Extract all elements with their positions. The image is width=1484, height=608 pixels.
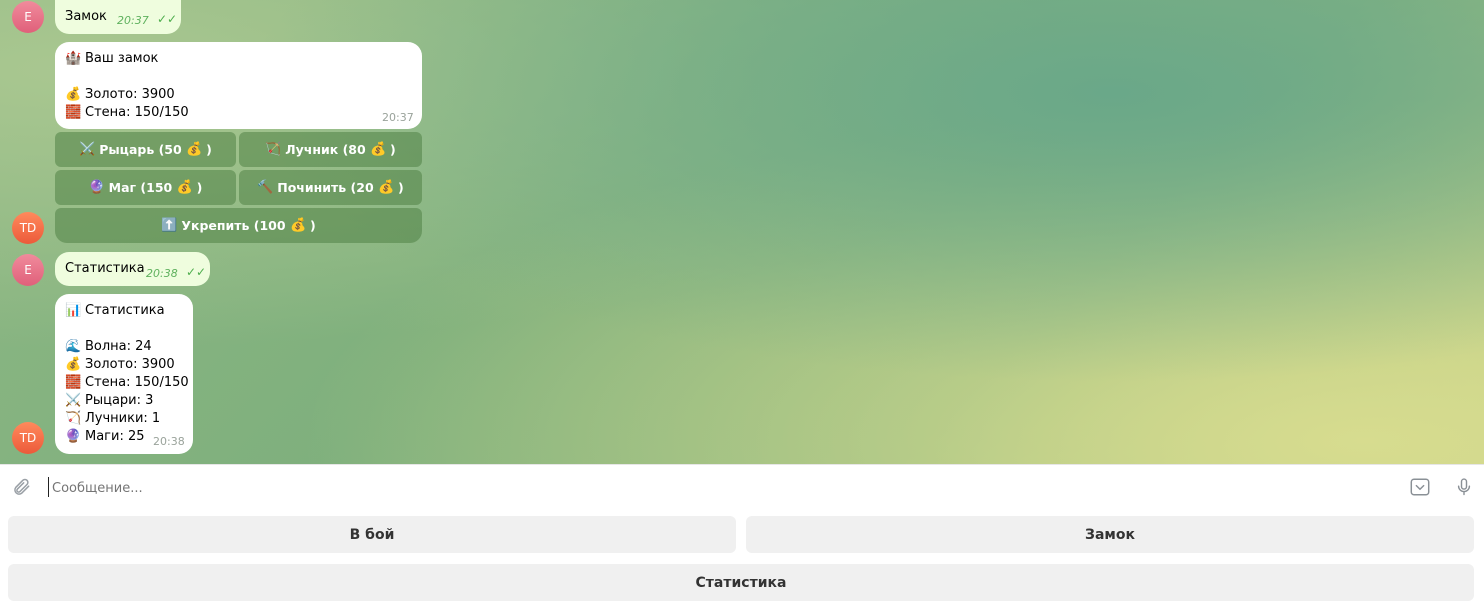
arrow-up-icon: ⬆️ [161, 218, 178, 233]
message-time: 20:37 [117, 14, 149, 27]
swords-icon: ⚔️ [79, 142, 96, 157]
castle-icon: 🏰 [65, 51, 82, 66]
inline-button-knight[interactable]: ⚔️ Рыцарь (50 💰) [55, 132, 236, 167]
message-input[interactable] [50, 473, 1394, 503]
message-bubble[interactable]: Статистика 20:38 ✓✓ [55, 252, 210, 286]
text-caret [48, 477, 49, 497]
brick-icon: 🧱 [65, 375, 82, 390]
message-bubble[interactable]: 🏰 Ваш замок 💰 Золото: 3900 🧱 Стена: 150/150… [55, 42, 422, 129]
hammer-icon: 🔨 [257, 180, 274, 195]
message-input-bar [0, 464, 1484, 509]
crystal-ball-icon: 🔮 [88, 180, 105, 195]
wave-icon: 🌊 [65, 339, 82, 354]
knights-line: ⚔️ Рыцари: 3 [65, 393, 154, 408]
paperclip-icon[interactable] [10, 475, 34, 499]
message-text: Замок [65, 9, 107, 24]
chat-area: E Замок 20:37 ✓✓ 🏰 Ваш замок 💰 Золото: 390… [0, 0, 1484, 464]
microphone-icon[interactable] [1452, 475, 1476, 499]
money-bag-icon: 💰 [289, 218, 307, 233]
message-text: Статистика [65, 261, 145, 276]
gold-line: 💰 Золото: 3900 [65, 87, 175, 102]
reply-button-stats[interactable]: Статистика [8, 564, 1474, 601]
stats-title: 📊 Статистика [65, 303, 165, 318]
avatar[interactable]: E [12, 1, 44, 33]
brick-icon: 🧱 [65, 105, 82, 120]
message-bubble[interactable]: 📊 Статистика 🌊 Волна: 24 💰 Золото: 3900 🧱 Ст… [55, 294, 193, 454]
swords-icon: ⚔️ [65, 393, 82, 408]
mages-line: 🔮 Маги: 25 [65, 429, 145, 444]
gold-line: 💰 Золото: 3900 [65, 357, 175, 372]
bow-icon: 🏹 [65, 411, 82, 426]
inline-button-fortify[interactable]: ⬆️ Укрепить (100 💰) [55, 208, 422, 243]
reply-button-castle[interactable]: Замок [746, 516, 1474, 553]
wall-line: 🧱 Стена: 150/150 [65, 105, 189, 120]
reply-keyboard: В бой Замок Статистика [0, 508, 1484, 608]
reply-button-fight[interactable]: В бой [8, 516, 736, 553]
message-bubble[interactable]: Замок 20:37 ✓✓ [55, 0, 181, 34]
money-bag-icon: 💰 [65, 87, 82, 102]
message-time: 20:38 [146, 267, 178, 280]
read-ticks-icon: ✓✓ [186, 265, 207, 279]
bow-icon: 🏹 [265, 142, 282, 157]
money-bag-icon: 💰 [176, 180, 193, 195]
money-bag-icon: 💰 [186, 142, 203, 157]
archers-line: 🏹 Лучники: 1 [65, 411, 161, 426]
read-ticks-icon: ✓✓ [157, 12, 178, 26]
message-time: 20:37 [382, 111, 414, 124]
keyboard-toggle-icon[interactable] [1408, 475, 1432, 499]
inline-button-repair[interactable]: 🔨 Починить (20 💰) [239, 170, 422, 205]
wave-line: 🌊 Волна: 24 [65, 339, 152, 354]
money-bag-icon: 💰 [370, 142, 387, 157]
crystal-ball-icon: 🔮 [65, 429, 82, 444]
money-bag-icon: 💰 [378, 180, 395, 195]
castle-title: 🏰 Ваш замок [65, 51, 159, 66]
avatar[interactable]: TD [12, 212, 44, 244]
wall-line: 🧱 Стена: 150/150 [65, 375, 189, 390]
inline-button-archer[interactable]: 🏹 Лучник (80 💰) [239, 132, 422, 167]
money-bag-icon: 💰 [65, 357, 82, 372]
avatar[interactable]: E [12, 254, 44, 286]
inline-button-mage[interactable]: 🔮 Маг (150 💰) [55, 170, 236, 205]
bar-chart-icon: 📊 [65, 303, 82, 318]
avatar[interactable]: TD [12, 422, 44, 454]
message-time: 20:38 [153, 435, 185, 448]
